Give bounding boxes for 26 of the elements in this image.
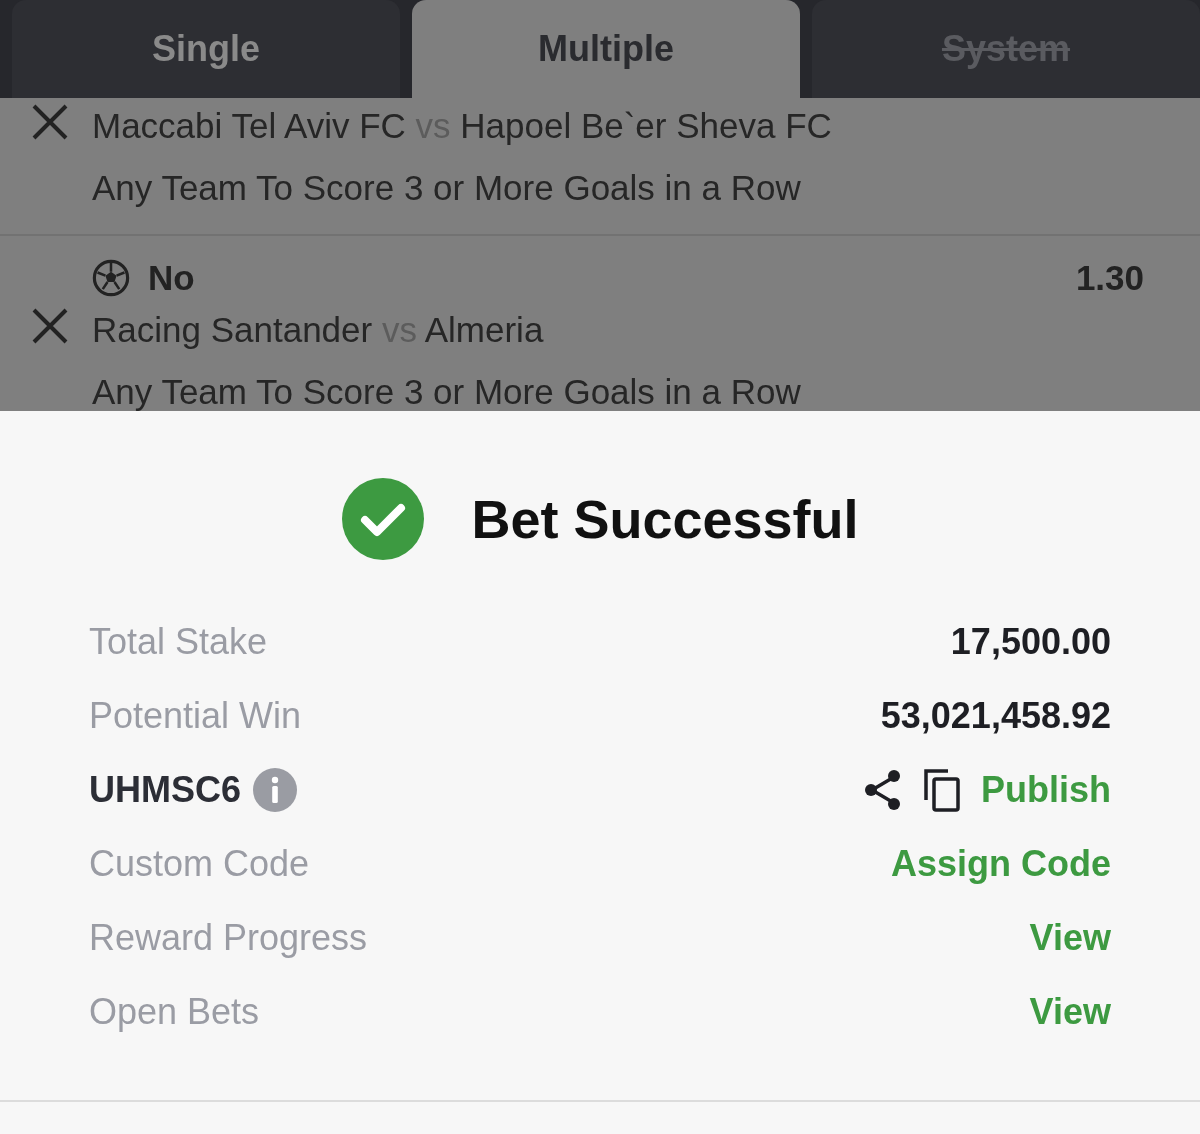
- summary-value: 17,500.00: [950, 621, 1111, 663]
- close-icon[interactable]: [30, 102, 70, 142]
- summary-label: Open Bets: [89, 991, 260, 1033]
- market-label: Any Team To Score 3 or More Goals in a Row: [91, 371, 802, 411]
- tab[interactable]: Multiple: [412, 0, 800, 98]
- tab[interactable]: Single: [12, 0, 400, 98]
- action-link[interactable]: Assign Code: [890, 843, 1111, 885]
- summary-label: Custom Code: [89, 843, 310, 885]
- odds-value: 1.30: [1075, 258, 1144, 298]
- summary-label: Total Stake: [89, 621, 268, 663]
- close-icon[interactable]: [30, 306, 70, 346]
- market-label: Any Team To Score 3 or More Goals in a Row: [91, 167, 802, 209]
- soccer-ball-icon: [92, 259, 130, 297]
- info-icon[interactable]: [253, 768, 297, 812]
- selection-label: No: [148, 258, 195, 298]
- summary-label: Potential Win: [89, 695, 302, 737]
- summary-value: 53,021,458.92: [880, 695, 1111, 737]
- share-icon[interactable]: [863, 769, 903, 811]
- booking-code: UHMSC6: [89, 769, 241, 811]
- result-title: Bet Successful: [471, 488, 859, 550]
- check-icon: [341, 477, 426, 561]
- summary-label: Reward Progress: [89, 917, 368, 959]
- action-link[interactable]: View: [1029, 917, 1111, 959]
- publish-link[interactable]: Publish: [981, 769, 1111, 811]
- copy-icon[interactable]: [923, 768, 961, 812]
- action-link[interactable]: View: [1029, 991, 1111, 1033]
